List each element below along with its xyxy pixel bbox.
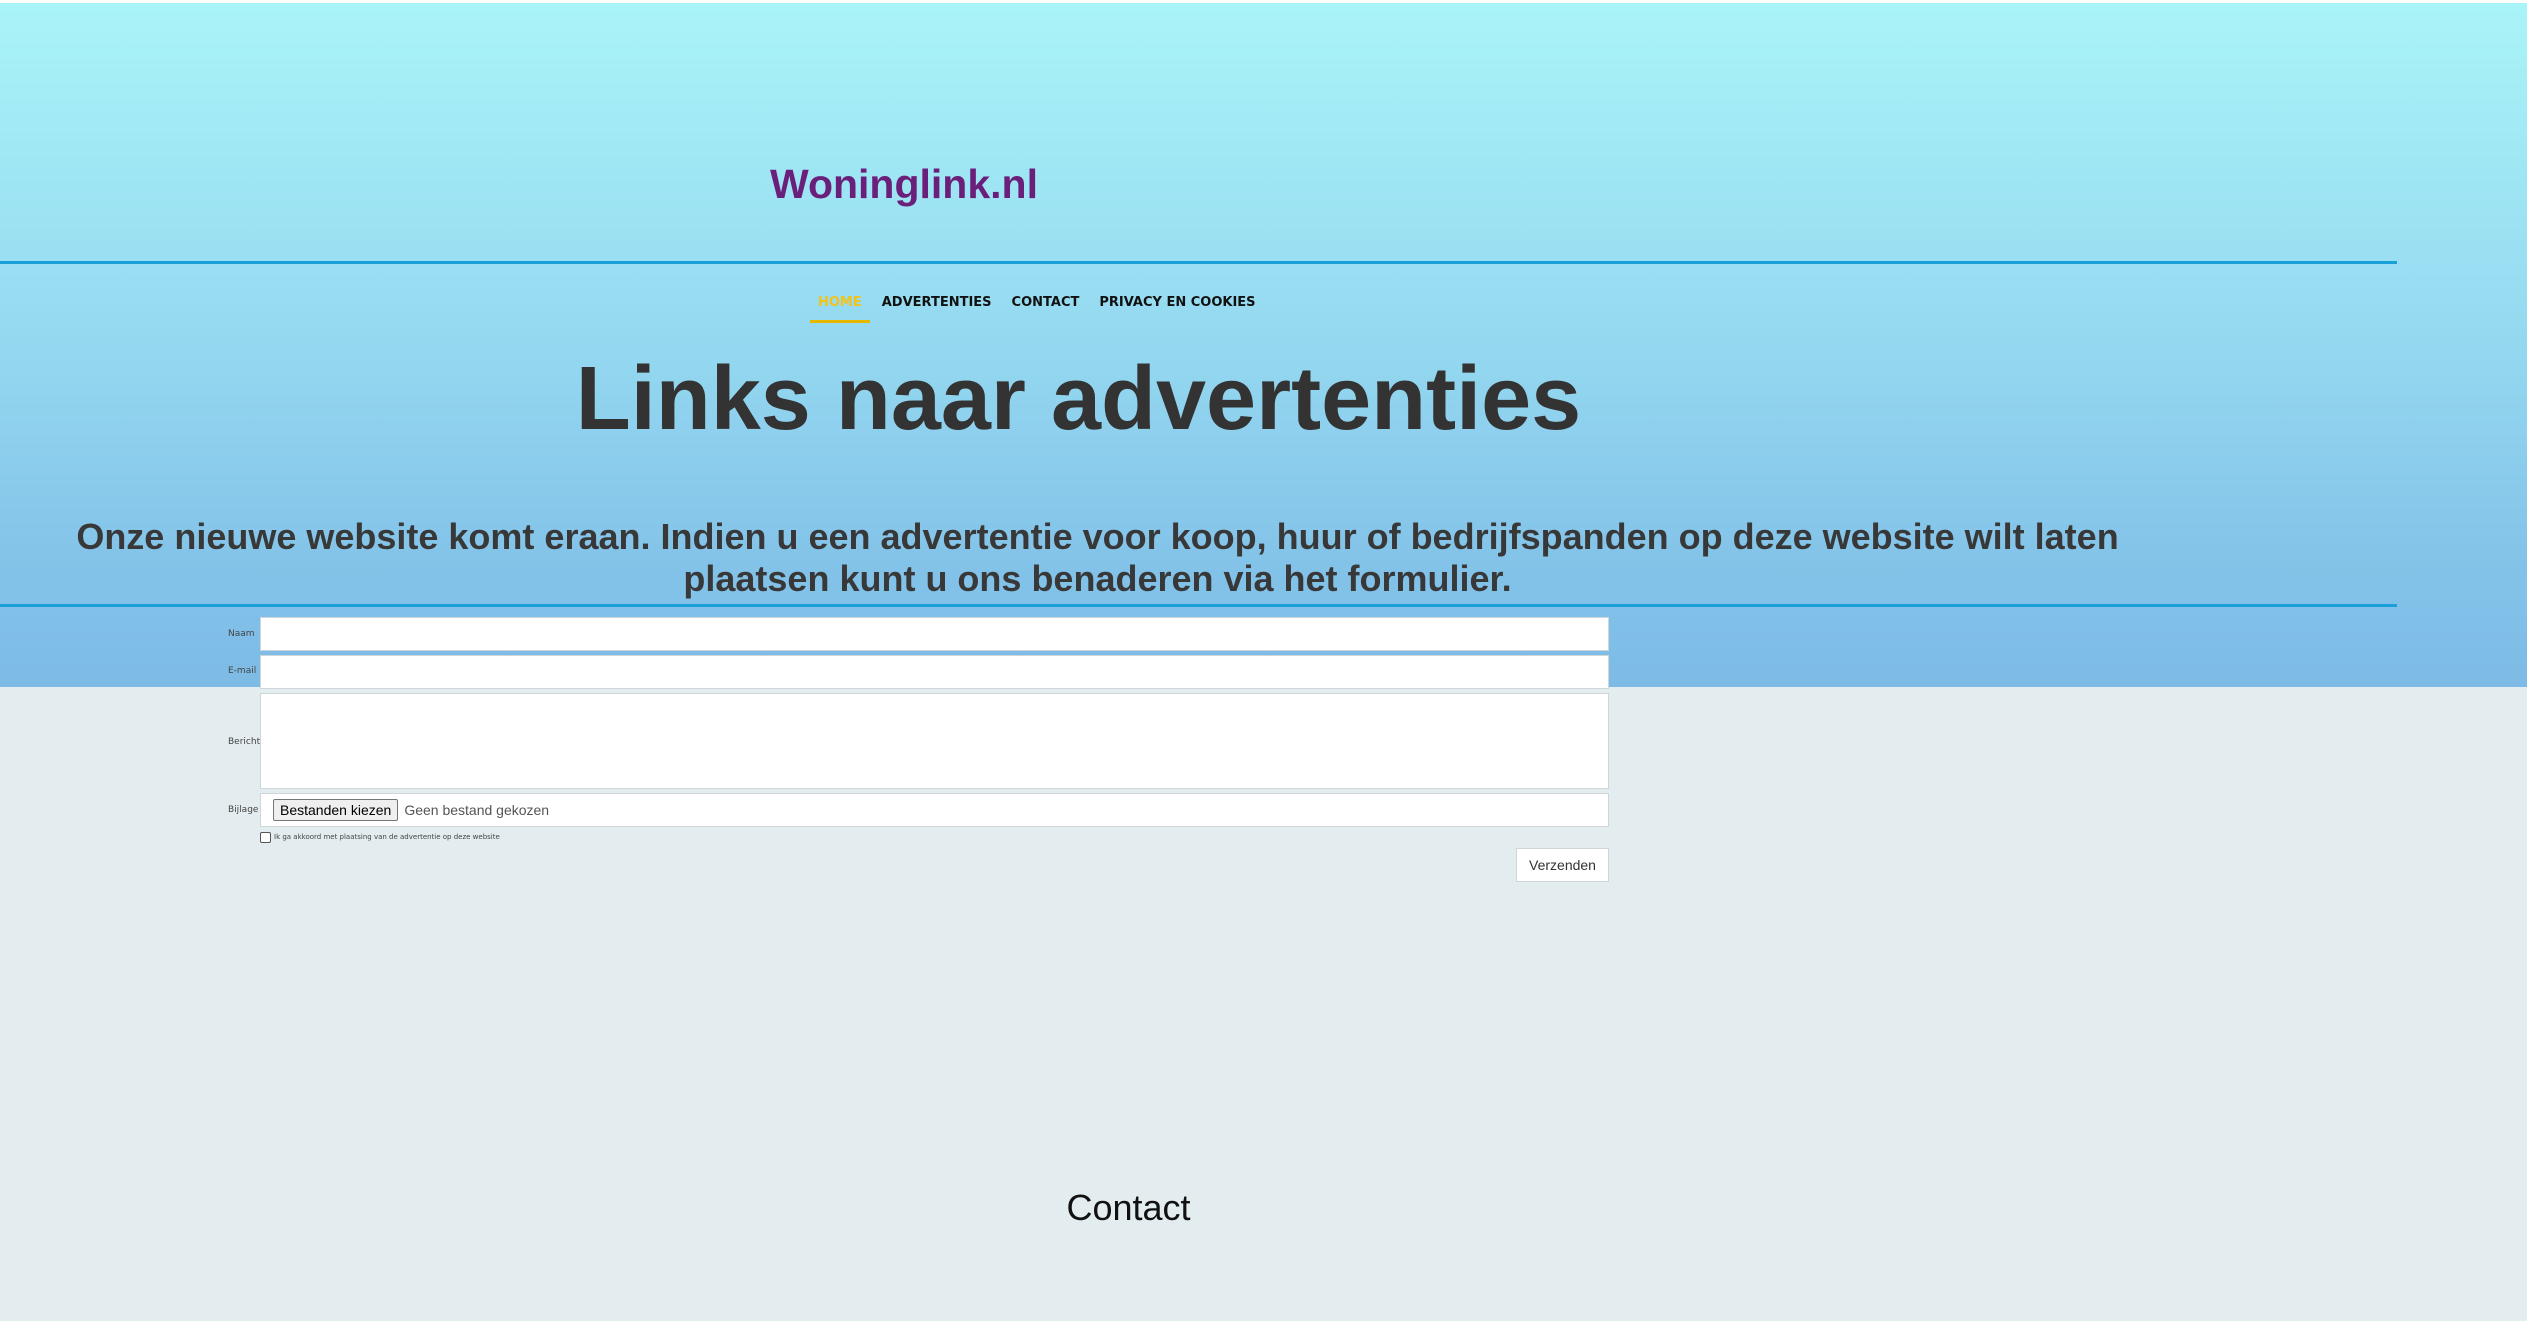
file-status-text: Geen bestand gekozen xyxy=(404,802,550,818)
hero-section: Woninglink.nl HOME ADVERTENTIES CONTACT … xyxy=(0,0,2527,687)
footer-contact-heading: Contact xyxy=(1066,1187,1191,1228)
page: Woninglink.nl HOME ADVERTENTIES CONTACT … xyxy=(0,0,2527,1321)
bericht-textarea[interactable] xyxy=(260,693,1609,789)
header-divider xyxy=(0,261,2397,264)
submit-button[interactable]: Verzenden xyxy=(1516,848,1609,882)
bijlage-label: Bijlage xyxy=(228,805,259,815)
nav-item-privacy[interactable]: PRIVACY EN COOKIES xyxy=(1099,295,1255,323)
naam-input[interactable] xyxy=(260,617,1609,651)
bericht-label: Bericht xyxy=(228,737,261,747)
email-label: E-mail xyxy=(228,666,257,676)
nav-item-home[interactable]: HOME xyxy=(810,295,870,323)
site-title[interactable]: Woninglink.nl xyxy=(770,161,1038,208)
choose-files-button[interactable]: Bestanden kiezen xyxy=(273,799,399,821)
nav-item-contact[interactable]: CONTACT xyxy=(1012,295,1080,323)
nav-item-advertenties[interactable]: ADVERTENTIES xyxy=(882,295,992,323)
consent-label: Ik ga akkoord met plaatsing van de adver… xyxy=(274,833,500,841)
email-input[interactable] xyxy=(260,655,1609,689)
hero-divider xyxy=(0,604,2397,607)
intro-text: Onze nieuwe website komt eraan. Indien u… xyxy=(76,516,2119,599)
main-nav: HOME ADVERTENTIES CONTACT PRIVACY EN COO… xyxy=(810,295,1256,323)
consent-checkbox[interactable] xyxy=(260,832,271,843)
bijlage-file-input: Bestanden kiezen Geen bestand gekozen xyxy=(260,793,1609,827)
naam-label: Naam xyxy=(228,629,255,639)
page-headline: Links naar advertenties xyxy=(575,349,1582,449)
